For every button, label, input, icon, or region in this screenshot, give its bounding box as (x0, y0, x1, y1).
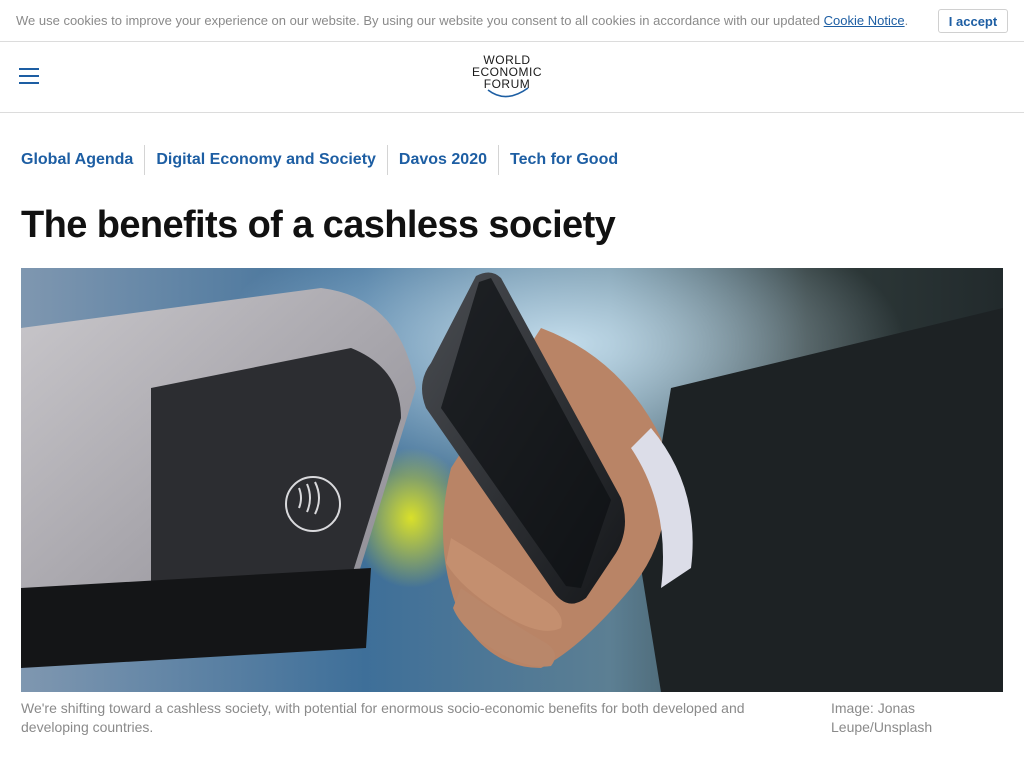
topic-tech-for-good[interactable]: Tech for Good (497, 145, 629, 175)
site-header: WORLD ECONOMIC FORUM (0, 42, 1024, 113)
cookie-message-suffix: . (904, 13, 909, 28)
topic-digital-economy[interactable]: Digital Economy and Society (144, 145, 387, 175)
cookie-notice-link[interactable]: Cookie Notice (824, 13, 905, 28)
topic-davos-2020[interactable]: Davos 2020 (386, 145, 498, 175)
image-caption: We're shifting toward a cashless society… (21, 700, 745, 735)
menu-bar (19, 68, 39, 70)
cookie-message: We use cookies to improve your experienc… (16, 13, 908, 28)
logo-swoosh-icon (487, 87, 529, 98)
cookie-message-text: We use cookies to improve your experienc… (16, 13, 821, 28)
topic-tags: Global Agenda Digital Economy and Societ… (21, 145, 629, 175)
wef-logo[interactable]: WORLD ECONOMIC FORUM (466, 54, 548, 104)
accept-cookies-button[interactable]: I accept (938, 9, 1008, 33)
cookie-banner: We use cookies to improve your experienc… (0, 0, 1024, 42)
article-title: The benefits of a cashless society (21, 204, 616, 246)
menu-bar (19, 75, 39, 77)
hamburger-menu-icon[interactable] (19, 68, 39, 86)
image-credit: Image: Jonas Leupe/Unsplash (831, 700, 933, 735)
contactless-payment-photo (21, 268, 1003, 692)
menu-bar (19, 82, 39, 84)
hero-image (21, 268, 1003, 692)
topic-global-agenda[interactable]: Global Agenda (21, 145, 144, 175)
